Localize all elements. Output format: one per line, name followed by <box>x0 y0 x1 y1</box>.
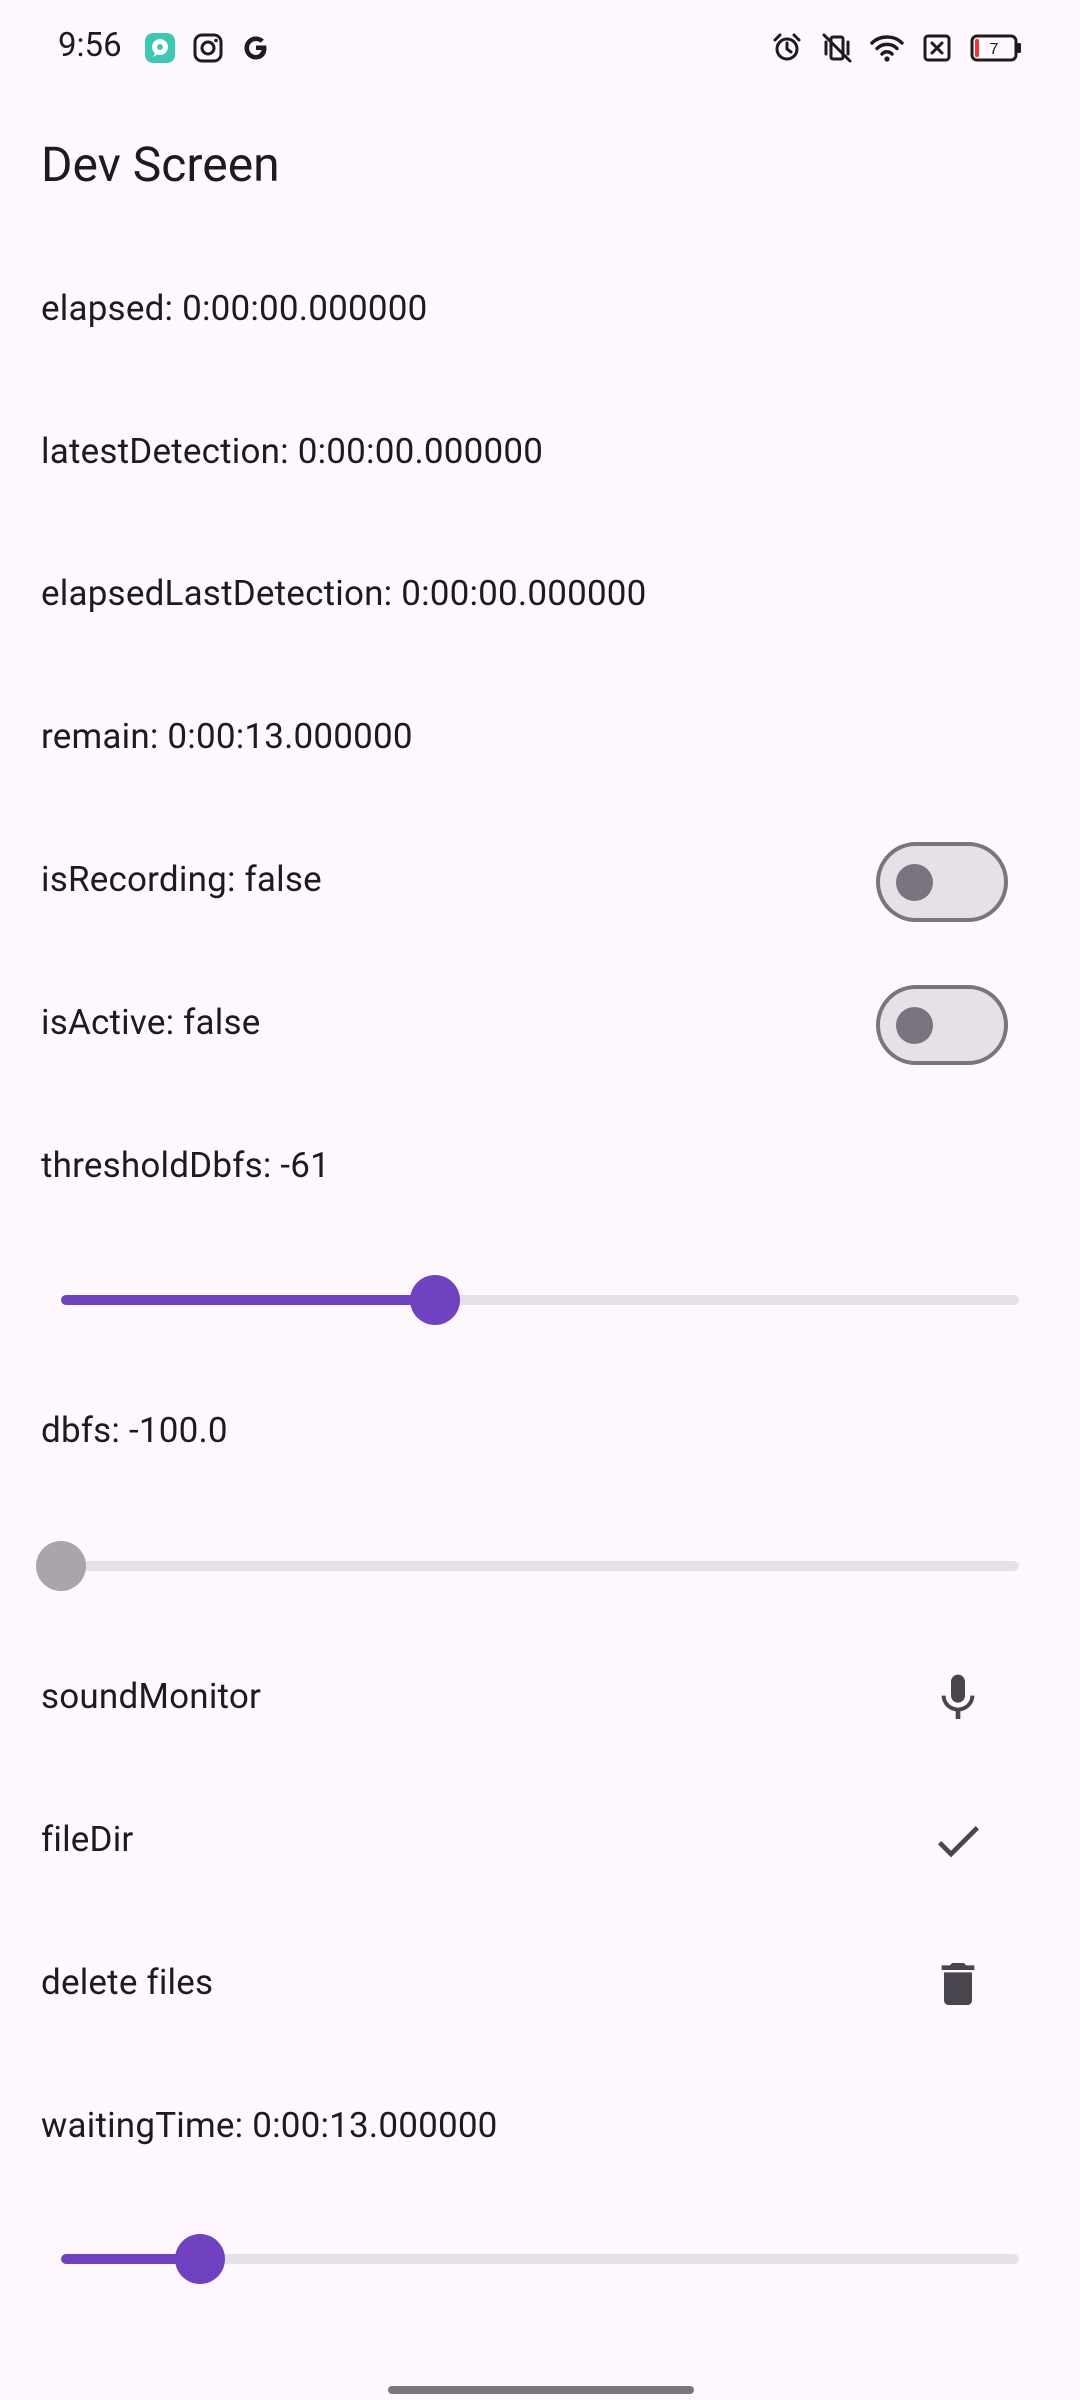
instagram-icon <box>193 33 223 63</box>
elapsed-last-detection-text: elapsedLastDetection: 0:00:00.000000 <box>41 573 647 614</box>
status-time: 9:56 <box>58 26 122 65</box>
page-title: Dev Screen <box>41 136 280 193</box>
google-icon <box>244 36 267 60</box>
battery-level: 7 <box>990 41 999 58</box>
microphone-icon[interactable] <box>930 1670 986 1726</box>
threshold-label: thresholdDbfs: -61 <box>41 1145 331 1186</box>
dbfs-slider <box>36 1541 1019 1591</box>
vibrate-off-icon <box>822 33 852 63</box>
check-icon[interactable] <box>930 1813 986 1869</box>
notification-icons <box>143 30 273 66</box>
is-recording-switch[interactable] <box>876 842 1008 922</box>
status-bar: 9:56 7 <box>0 0 1080 96</box>
trash-icon[interactable] <box>930 1956 986 2012</box>
remain-text: remain: 0:00:13.000000 <box>41 716 413 757</box>
file-dir-label: fileDir <box>41 1819 134 1860</box>
waiting-time-slider[interactable] <box>61 2234 1019 2284</box>
is-recording-label: isRecording: false <box>41 859 322 900</box>
elapsed-text: elapsed: 0:00:00.000000 <box>41 288 428 329</box>
latest-detection-text: latestDetection: 0:00:00.000000 <box>41 431 544 472</box>
waiting-time-label: waitingTime: 0:00:13.000000 <box>41 2105 498 2146</box>
switch-thumb <box>896 1007 933 1044</box>
home-indicator[interactable] <box>388 2386 694 2394</box>
battery-icon: 7 <box>970 34 1021 62</box>
slider-thumb[interactable] <box>409 1275 460 1325</box>
is-active-label: isActive: false <box>41 1002 261 1043</box>
sim-none-icon <box>923 34 951 62</box>
wifi-icon <box>870 35 904 62</box>
switch-thumb <box>896 864 933 901</box>
slider-active-track <box>61 1295 435 1305</box>
is-active-switch[interactable] <box>876 985 1008 1065</box>
chat-app-icon <box>145 33 175 63</box>
alarm-icon <box>773 33 801 61</box>
dbfs-label: dbfs: -100.0 <box>41 1410 228 1451</box>
sound-monitor-label: soundMonitor <box>41 1676 262 1717</box>
delete-files-label: delete files <box>41 1962 214 2003</box>
slider-thumb <box>36 1541 86 1591</box>
system-status-icons: 7 <box>770 30 1022 66</box>
threshold-slider[interactable] <box>61 1275 1019 1325</box>
slider-thumb[interactable] <box>174 2234 225 2284</box>
